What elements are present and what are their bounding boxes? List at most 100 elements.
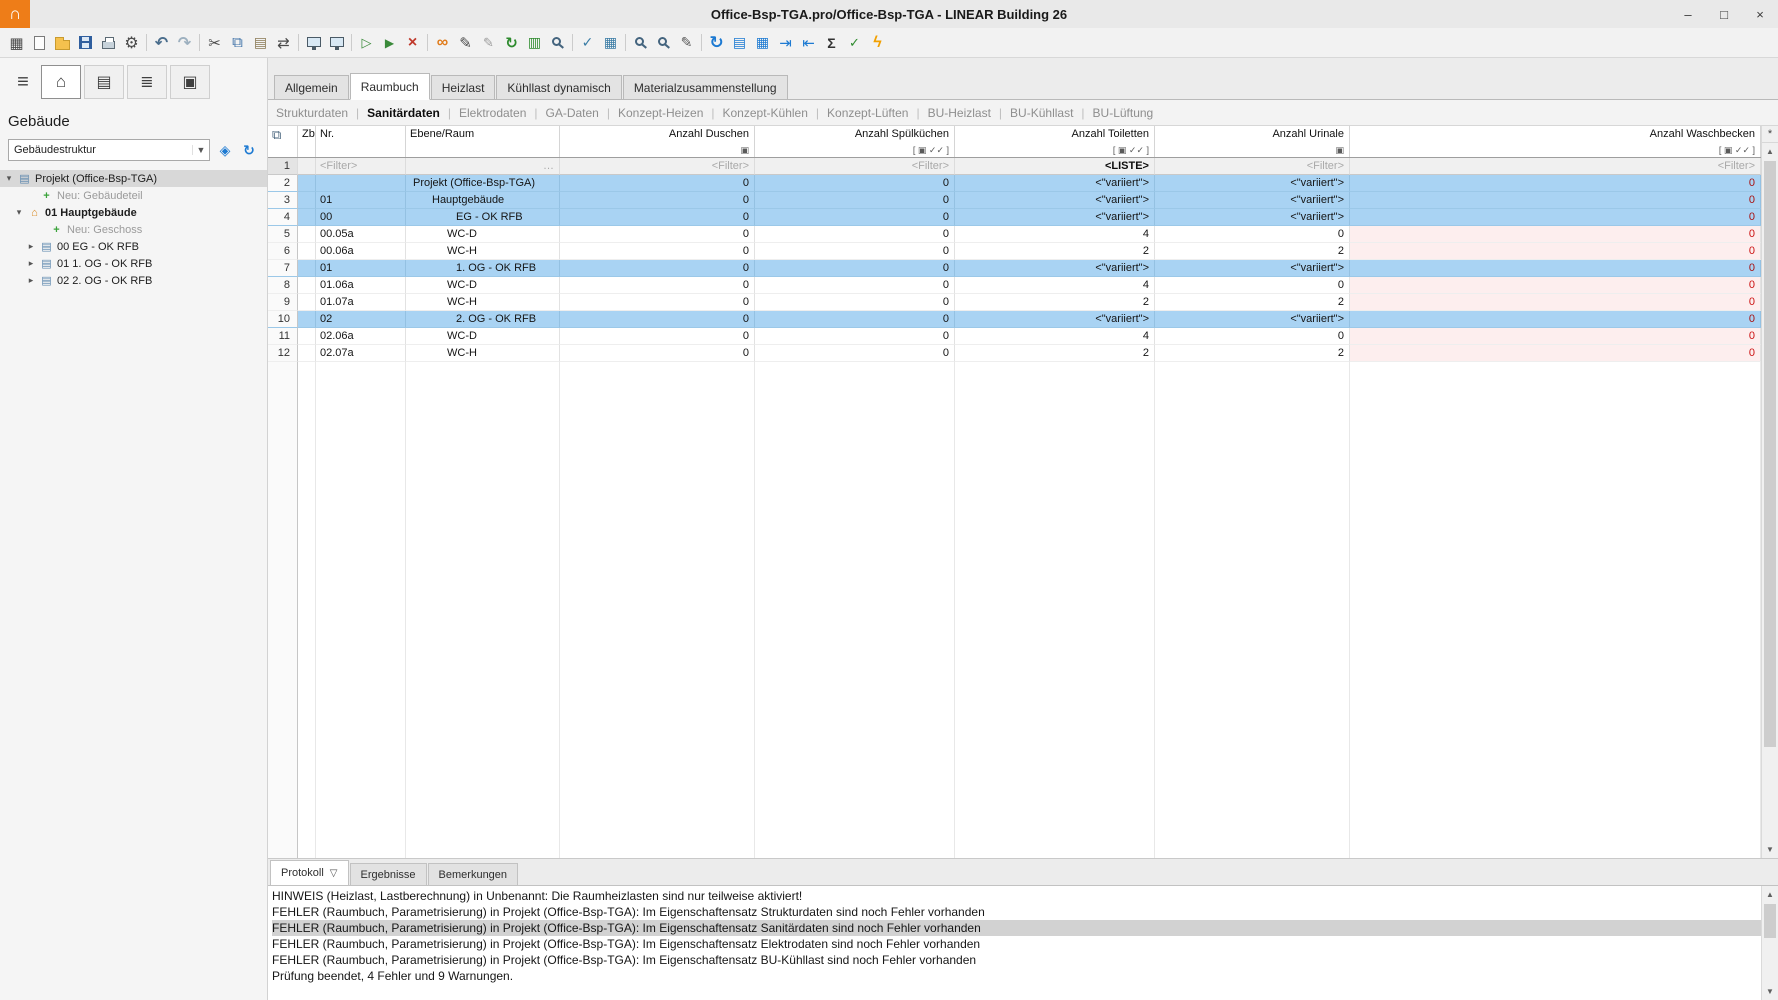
cell-zb[interactable] (298, 226, 316, 243)
chevron-down-icon[interactable]: ▼ (192, 145, 209, 155)
cell-raum[interactable]: WC-H (406, 345, 560, 362)
cell-raum[interactable]: WC-D (406, 328, 560, 345)
cell-wasch[interactable]: 0 (1350, 243, 1761, 260)
cell-wasch[interactable]: 0 (1350, 328, 1761, 345)
tree-item-00-eg-ok-rfb[interactable]: ▸▤00 EG - OK RFB (0, 238, 267, 255)
cell-toiletten[interactable]: 2 (955, 345, 1155, 362)
row-number[interactable]: 6 (268, 243, 298, 260)
cell-spuel[interactable]: 0 (755, 277, 955, 294)
column-header-spuel[interactable]: Anzahl Spülküchen[ ▣ ✓✓ ] (755, 126, 955, 157)
row-number[interactable]: 4 (268, 209, 298, 226)
cell-spuel[interactable]: 0 (755, 345, 955, 362)
pencil-icon[interactable]: ✎ (454, 31, 477, 54)
paste-icon[interactable]: ▤ (249, 31, 272, 54)
row-number[interactable]: 2 (268, 175, 298, 192)
marker-icon[interactable]: ✎ (477, 31, 500, 54)
tree-item-01-hauptgebäude[interactable]: ▾⌂01 Hauptgebäude (0, 204, 267, 221)
cell-raum[interactable]: WC-H (406, 243, 560, 260)
row-number[interactable]: 11 (268, 328, 298, 345)
cell-toiletten[interactable]: <"variiert"> (955, 311, 1155, 328)
cell-raum[interactable]: WC-H (406, 294, 560, 311)
cell-duschen[interactable]: 0 (560, 260, 755, 277)
cell-urinale[interactable]: 0 (1155, 277, 1350, 294)
chevron-right-icon[interactable]: ▸ (26, 275, 36, 286)
document-edit-icon[interactable]: ✓ (843, 31, 866, 54)
swap-icon[interactable]: ⇄ (272, 31, 295, 54)
cell-spuel[interactable]: 0 (755, 226, 955, 243)
cell-wasch[interactable]: 0 (1350, 260, 1761, 277)
filter-cell-duschen[interactable]: <Filter> (560, 158, 755, 175)
cell-raum[interactable]: WC-D (406, 277, 560, 294)
row-number[interactable]: 12 (268, 345, 298, 362)
document-update-icon[interactable]: ▤ (728, 31, 751, 54)
cell-nr[interactable]: 01 (316, 192, 406, 209)
cell-zb[interactable] (298, 345, 316, 362)
tree-item-neu-gebäudeteil[interactable]: +Neu: Gebäudeteil (0, 187, 267, 204)
cell-nr[interactable]: 01.06a (316, 277, 406, 294)
column-header-rownum[interactable]: ⧉ (268, 126, 298, 157)
tab-materialzusammenstellung[interactable]: Materialzusammenstellung (623, 75, 788, 99)
column-header-toiletten[interactable]: Anzahl Toiletten[ ▣ ✓✓ ] (955, 126, 1155, 157)
subtab-strukturdaten[interactable]: Strukturdaten (276, 106, 348, 120)
cell-urinale[interactable]: 2 (1155, 243, 1350, 260)
filter-cell-raum[interactable]: … (406, 158, 560, 175)
cell-wasch[interactable]: 0 (1350, 192, 1761, 209)
cell-toiletten[interactable]: <"variiert"> (955, 260, 1155, 277)
document-chart-icon[interactable]: ▥ (523, 31, 546, 54)
tab-heizlast[interactable]: Heizlast (431, 75, 496, 99)
redo-icon[interactable]: ↷ (173, 31, 196, 54)
panel-view-icon[interactable]: ▣ (170, 65, 210, 99)
table-chart-icon[interactable]: ▦ (599, 31, 622, 54)
cell-urinale[interactable]: 0 (1155, 226, 1350, 243)
grid-scroll-thumb[interactable] (1764, 161, 1776, 747)
log-line[interactable]: Prüfung beendet, 4 Fehler und 9 Warnunge… (272, 968, 1761, 984)
cell-raum[interactable]: 2. OG - OK RFB (406, 311, 560, 328)
cell-duschen[interactable]: 0 (560, 243, 755, 260)
new-document-icon[interactable] (28, 31, 51, 54)
cell-spuel[interactable]: 0 (755, 328, 955, 345)
row-number[interactable]: 8 (268, 277, 298, 294)
cell-toiletten[interactable]: 2 (955, 294, 1155, 311)
grid-scrollbar[interactable]: * ▲ ▼ (1761, 126, 1778, 858)
cell-wasch[interactable]: 0 (1350, 294, 1761, 311)
log-scrollbar[interactable]: ▲ ▼ (1761, 886, 1778, 1000)
filter-cell-nr[interactable]: <Filter> (316, 158, 406, 175)
save-icon[interactable] (74, 31, 97, 54)
log-scroll-track[interactable] (1762, 903, 1778, 983)
bottom-tab-protokoll[interactable]: Protokoll▽ (270, 860, 349, 885)
column-header-wasch[interactable]: Anzahl Waschbecken[ ▣ ✓✓ ] (1350, 126, 1761, 157)
column-header-raum[interactable]: Ebene/Raum (406, 126, 560, 157)
cell-urinale[interactable]: <"variiert"> (1155, 209, 1350, 226)
cell-toiletten[interactable]: <"variiert"> (955, 209, 1155, 226)
row-number[interactable]: 3 (268, 192, 298, 209)
search-zoom-icon[interactable] (652, 31, 675, 54)
subtab-sanitärdaten[interactable]: Sanitärdaten (367, 106, 440, 120)
subtab-bu-lüftung[interactable]: BU-Lüftung (1093, 106, 1154, 120)
cell-wasch[interactable]: 0 (1350, 226, 1761, 243)
subtab-bu-kühllast[interactable]: BU-Kühllast (1010, 106, 1073, 120)
cell-duschen[interactable]: 0 (560, 226, 755, 243)
goto-structure-icon[interactable]: ◈ (215, 140, 235, 160)
cell-zb[interactable] (298, 192, 316, 209)
cell-wasch[interactable]: 0 (1350, 209, 1761, 226)
cell-zb[interactable] (298, 260, 316, 277)
document-run-icon[interactable]: ▷ (355, 31, 378, 54)
subtab-bu-heizlast[interactable]: BU-Heizlast (928, 106, 991, 120)
log-line[interactable]: FEHLER (Raumbuch, Parametrisierung) in P… (272, 920, 1761, 936)
apps-grid-icon[interactable]: ▦ (5, 31, 28, 54)
grid-scroll-track[interactable] (1762, 160, 1778, 841)
list-view-icon[interactable]: ▤ (84, 65, 124, 99)
monitor-secondary-icon[interactable] (325, 31, 348, 54)
cell-zb[interactable] (298, 294, 316, 311)
cell-nr[interactable]: 02 (316, 311, 406, 328)
cell-nr[interactable] (316, 175, 406, 192)
cell-nr[interactable]: 01 (316, 260, 406, 277)
tree-item-projekt-office-bsp-tga[interactable]: ▾▤Projekt (Office-Bsp-TGA) (0, 170, 267, 187)
building-view-icon[interactable]: ⌂ (41, 65, 81, 99)
tab-allgemein[interactable]: Allgemein (274, 75, 349, 99)
cell-spuel[interactable]: 0 (755, 260, 955, 277)
cell-nr[interactable]: 00 (316, 209, 406, 226)
scroll-down-icon[interactable]: ▼ (1762, 841, 1778, 858)
cell-duschen[interactable]: 0 (560, 175, 755, 192)
cell-nr[interactable]: 00.05a (316, 226, 406, 243)
